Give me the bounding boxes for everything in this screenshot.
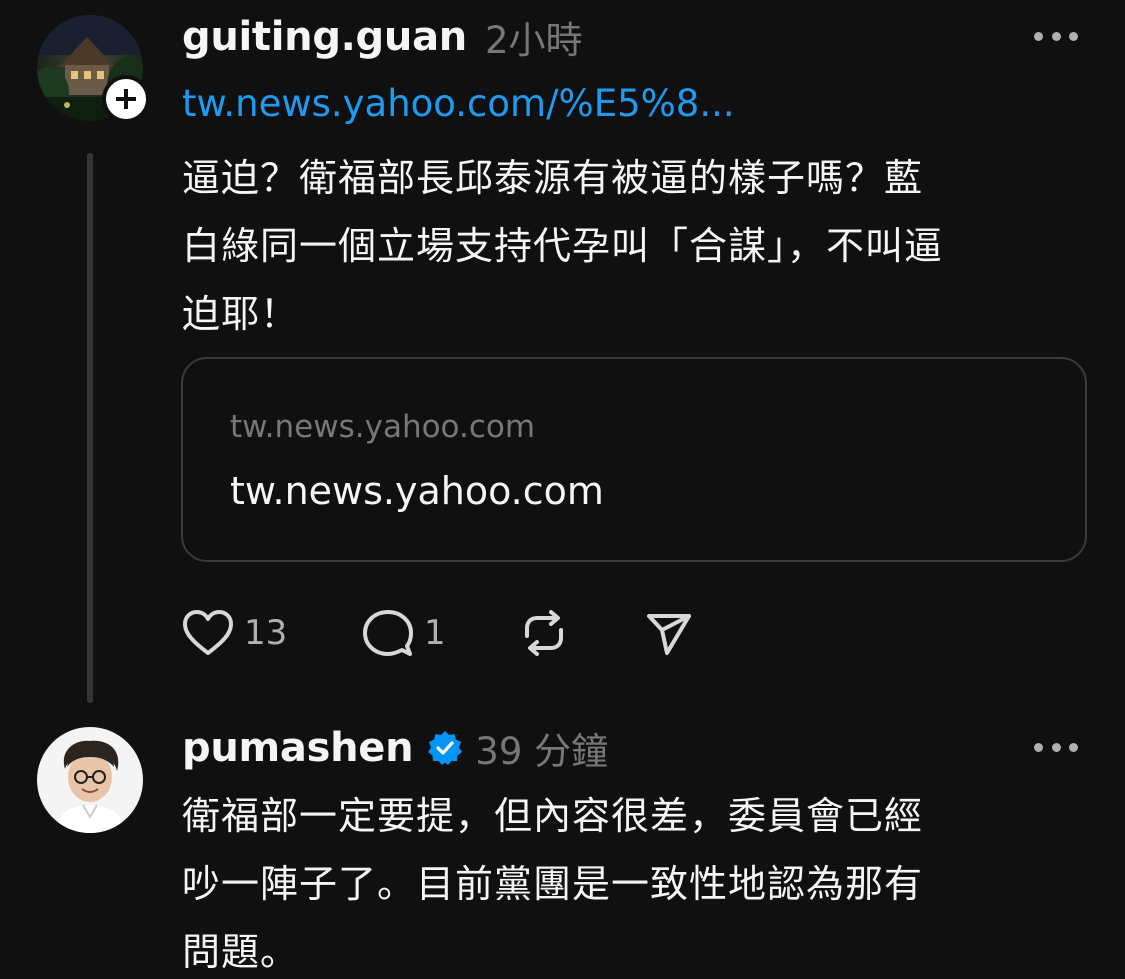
heart-icon [183,610,233,655]
more-icon-dot [1034,742,1043,752]
like-button[interactable]: 13 [182,605,287,661]
more-icon-dot [1051,742,1061,752]
thread-connector-line [87,153,93,703]
post-actions: 13 1 [182,605,782,661]
thread-post-guiting-guan: guiting.guan 2小時 tw.news.yahoo.com/%E5%8… [0,0,1125,710]
verified-badge-icon [428,731,463,765]
reply-button[interactable]: 1 [362,605,446,661]
more-icon-dot [1069,742,1078,752]
post-header: guiting.guan 2小時 [182,12,582,62]
repost-icon [525,610,563,656]
post-body-line: 吵一陣子了。目前黨團是一致性地認為那有 [182,862,924,906]
more-icon-dot [1034,31,1043,41]
post-timestamp: 2小時 [484,19,583,62]
comment-icon [363,610,413,656]
thread-post-pumashen: pumashen 39 分鐘 衛福部一定要提，但內容很差，委員會已經 吵一陣子了… [0,710,1125,979]
verified-badge [427,730,463,766]
avatar-image [37,727,143,833]
post-body: 逼迫？衛福部長邱泰源有被逼的樣子嗎？藍 白綠同一個立場支持代孕叫「合謀」，不叫逼… [182,144,1082,348]
post-body-line: 迫耶！ [182,292,300,336]
post-body-line: 衛福部一定要提，但內容很差，委員會已經 [182,794,924,838]
post-timestamp: 39 分鐘 [475,730,609,773]
link-preview-card[interactable]: tw.news.yahoo.com tw.news.yahoo.com [181,357,1087,562]
post-body-line: 問題。 [182,930,300,974]
avatar-pumashen[interactable] [37,727,143,833]
post-header: pumashen 39 分鐘 [182,723,608,773]
username[interactable]: pumashen [182,725,414,771]
post-body-line: 逼迫？衛福部長邱泰源有被逼的樣子嗎？藍 [182,156,924,200]
repost-button[interactable] [519,605,569,661]
username[interactable]: guiting.guan [182,14,467,60]
reply-count: 1 [424,613,446,653]
more-options-button[interactable] [1034,26,1078,46]
plus-icon [116,89,136,109]
post-link[interactable]: tw.news.yahoo.com/%E5%8... [182,82,735,125]
more-icon-dot [1051,31,1061,41]
like-count: 13 [244,613,288,653]
follow-button[interactable] [102,75,150,123]
post-body-line: 白綠同一個立場支持代孕叫「合謀」，不叫逼 [182,224,944,268]
more-options-button[interactable] [1034,737,1078,757]
send-icon [647,614,691,655]
post-body: 衛福部一定要提，但內容很差，委員會已經 吵一陣子了。目前黨團是一致性地認為那有 … [182,782,1082,979]
link-preview-domain: tw.news.yahoo.com [230,409,536,445]
link-preview-title: tw.news.yahoo.com [230,469,604,513]
more-icon-dot [1069,31,1078,41]
share-button[interactable] [645,605,693,661]
